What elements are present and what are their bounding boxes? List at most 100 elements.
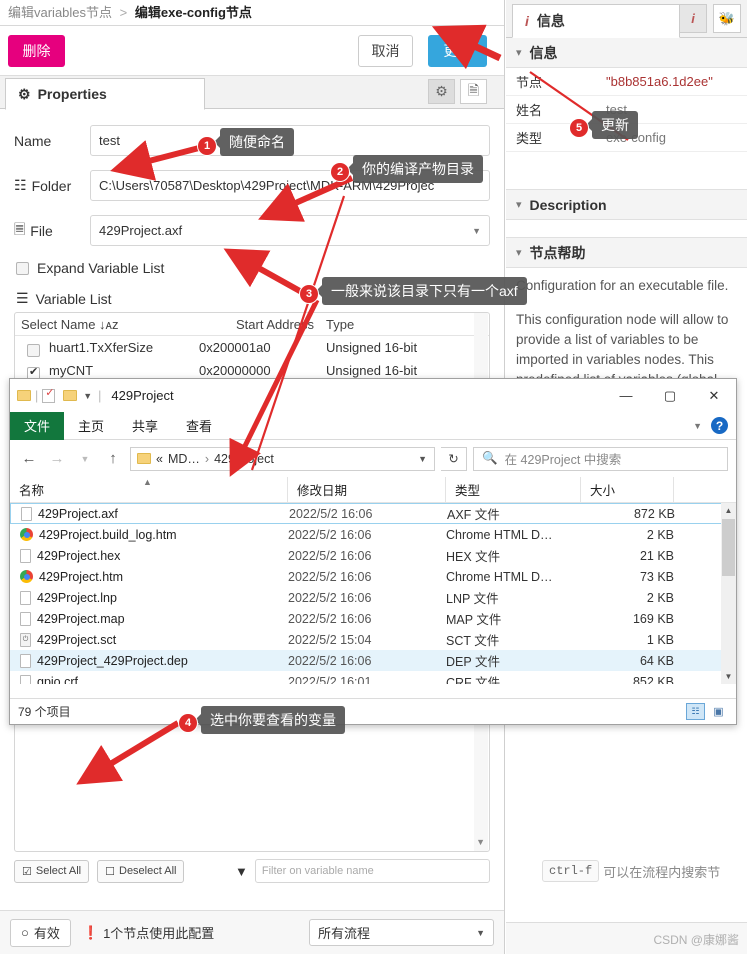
table-row[interactable]: 429Project.htm 2022/5/2 16:06 Chrome HTML …: [10, 566, 736, 587]
address-separator: ›: [204, 451, 210, 466]
up-button[interactable]: ↑: [102, 450, 124, 467]
file-select[interactable]: 429Project.axf ▼: [90, 215, 490, 246]
minimize-button[interactable]: —: [604, 379, 648, 412]
deselect-all-button[interactable]: ☐ Deselect All: [97, 859, 185, 883]
table-row[interactable]: 429Project_429Project.dep 2022/5/2 16:06 D…: [10, 650, 736, 671]
file-icon: [20, 674, 31, 684]
table-row[interactable]: gpio.crf 2022/5/2 16:01 CRF 文件 852 KB: [10, 671, 736, 684]
document-icon-button[interactable]: 🗎: [460, 79, 487, 104]
table-row[interactable]: ⏻ 429Project.sct 2022/5/2 15:04 SCT 文件 1 KB: [10, 629, 736, 650]
ribbon-tab-home[interactable]: 主页: [64, 412, 118, 440]
variable-list-label-text: Variable List: [35, 290, 112, 307]
enabled-toggle-button[interactable]: ○ 有效: [10, 918, 71, 947]
view-mode-buttons: ☷ ▣: [686, 703, 728, 720]
info-icon-buttons: i 🐝: [679, 4, 741, 33]
select-all-button[interactable]: ☑ Select All: [14, 859, 90, 883]
variable-row[interactable]: huart1.TxXferSize 0x200001a0 Unsigned 16-b…: [15, 336, 489, 359]
column-header-address[interactable]: Start Address: [236, 317, 326, 332]
info-icon-button[interactable]: i: [679, 4, 707, 33]
chevron-down-icon[interactable]: ▼: [418, 454, 427, 464]
variable-list-footer: ☑ Select All ☐ Deselect All ▼ Filter on …: [14, 859, 490, 883]
section-header-info[interactable]: ▾ 信息: [506, 38, 747, 68]
ribbon-tab-file[interactable]: 文件: [10, 411, 65, 440]
properties-icon[interactable]: ✓: [42, 387, 56, 403]
gear-icon-button[interactable]: ⚙: [428, 79, 455, 104]
filter-input[interactable]: Filter on variable name: [254, 859, 490, 883]
details-view-button[interactable]: ☷: [686, 703, 705, 720]
new-folder-icon[interactable]: [63, 390, 78, 401]
breadcrumb-parent[interactable]: 编辑variables节点: [8, 5, 112, 20]
large-icons-view-button[interactable]: ▣: [709, 703, 728, 720]
section-header-description-label: Description: [529, 196, 607, 213]
info-row-value: "b8b851a6.1d2ee": [606, 74, 713, 89]
tab-info[interactable]: i 信息: [512, 4, 680, 38]
file-name-cell: 429Project.axf: [11, 506, 289, 521]
expand-variable-list-row[interactable]: Expand Variable List: [16, 260, 490, 276]
table-row[interactable]: 429Project.lnp 2022/5/2 16:06 LNP 文件 2 KB: [10, 587, 736, 608]
column-header-file-date[interactable]: 修改日期: [288, 476, 446, 503]
update-button[interactable]: 更新: [428, 35, 487, 67]
file-label-text: File: [30, 222, 53, 239]
section-header-node-help[interactable]: ▾ 节点帮助: [506, 238, 747, 268]
address-bar[interactable]: « MD… › 429Project ▼: [130, 446, 435, 471]
column-header-file-type[interactable]: 类型: [446, 476, 581, 503]
file-type-cell: Chrome HTML D…: [446, 527, 553, 542]
table-row[interactable]: 429Project.hex 2022/5/2 16:06 HEX 文件 21 KB: [10, 545, 736, 566]
file-name-cell: 429Project.build_log.htm: [10, 528, 288, 542]
file-icon: [21, 506, 32, 521]
back-button[interactable]: ←: [18, 450, 40, 467]
usage-info-text: 1个节点使用此配置: [103, 926, 215, 941]
ribbon-tab-share[interactable]: 共享: [118, 412, 172, 440]
annotation-callout-1: 随便命名: [220, 128, 294, 156]
flow-select[interactable]: 所有流程 ▼: [309, 919, 494, 946]
chrome-icon: [20, 528, 33, 541]
address-chevron: «: [156, 451, 163, 466]
delete-button[interactable]: 删除: [8, 35, 65, 67]
file-explorer-window[interactable]: | ✓ ▼ | 429Project — ▢ ✕ 文件 主页 共享 查看 ▼ ?…: [9, 378, 737, 725]
info-icon: ❗: [82, 924, 100, 940]
column-header-name[interactable]: Select Name ↓ᴀz: [21, 317, 236, 332]
scroll-up-arrow-icon[interactable]: ▲: [721, 503, 736, 518]
table-row[interactable]: 429Project.build_log.htm 2022/5/2 16:06 Ch…: [10, 524, 736, 545]
tab-properties[interactable]: ⚙ Properties: [5, 78, 205, 110]
watermark: CSDN @康娜酱: [653, 933, 739, 947]
ribbon-tab-view[interactable]: 查看: [172, 412, 226, 440]
variable-checkbox[interactable]: [27, 344, 40, 357]
bug-icon-button[interactable]: 🐝: [713, 4, 741, 33]
file-size-cell: 169 KB: [632, 611, 674, 626]
table-row[interactable]: 429Project.map 2022/5/2 16:06 MAP 文件 169 KB: [10, 608, 736, 629]
close-button[interactable]: ✕: [692, 379, 736, 412]
scrollbar-thumb[interactable]: [722, 519, 735, 576]
editor-tabstrip: ⚙ Properties ⚙ 🗎: [0, 76, 504, 110]
file-type-cell: MAP 文件: [446, 613, 502, 627]
recent-locations-button[interactable]: ▼: [74, 454, 96, 464]
file-name-cell: 429Project.map: [10, 611, 288, 626]
folder-icon: [17, 390, 31, 401]
scroll-down-arrow-icon[interactable]: ▼: [721, 669, 736, 684]
chevron-down-icon[interactable]: ▼: [693, 421, 702, 431]
explorer-file-rows: 429Project.axf 2022/5/2 16:06 AXF 文件 872 KB…: [10, 503, 736, 684]
explorer-ribbon: 文件 主页 共享 查看 ▼ ?: [10, 411, 736, 440]
scroll-down-arrow-icon[interactable]: ▼: [476, 837, 485, 847]
column-header-type[interactable]: Type: [326, 317, 489, 332]
help-icon[interactable]: ?: [711, 417, 728, 434]
forward-button[interactable]: →: [46, 450, 68, 467]
file-size-cell: 872 KB: [633, 506, 675, 521]
cancel-button[interactable]: 取消: [358, 35, 413, 67]
chevron-down-icon: ▼: [472, 225, 481, 236]
refresh-button[interactable]: ↻: [441, 446, 467, 471]
expand-variable-list-checkbox[interactable]: [16, 261, 29, 275]
address-part-1[interactable]: MD…: [168, 452, 200, 466]
address-part-2[interactable]: 429Project: [214, 452, 274, 466]
file-size-cell: 2 KB: [646, 527, 674, 542]
flow-select-value: 所有流程: [318, 926, 371, 941]
search-input[interactable]: 🔍 在 429Project 中搜索: [473, 446, 728, 471]
table-row[interactable]: 429Project.axf 2022/5/2 16:06 AXF 文件 872 KB: [10, 503, 736, 524]
file-date-cell: 2022/5/2 16:06: [288, 527, 372, 542]
column-header-file-size[interactable]: 大小: [581, 476, 674, 503]
maximize-button[interactable]: ▢: [648, 379, 692, 412]
explorer-scrollbar[interactable]: ▲ ▼: [721, 503, 736, 684]
section-header-description[interactable]: ▾ Description: [506, 190, 747, 220]
breadcrumb-separator: >: [119, 5, 128, 20]
chevron-down-icon[interactable]: ▼: [83, 391, 92, 401]
